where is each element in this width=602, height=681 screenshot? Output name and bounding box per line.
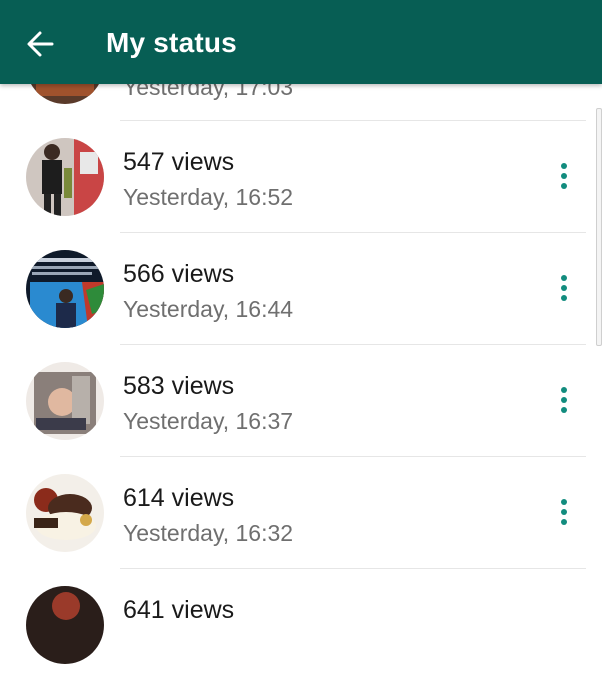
menu-dot: [561, 183, 567, 189]
status-thumbnail[interactable]: [26, 138, 104, 216]
menu-dot: [561, 509, 567, 515]
more-vertical-icon: [561, 499, 567, 505]
more-vertical-icon: [561, 387, 567, 393]
status-row[interactable]: 641 views: [0, 569, 602, 681]
page-title: My status: [106, 27, 237, 58]
thumbnail-image: [26, 474, 104, 552]
menu-dot: [561, 519, 567, 525]
thumbnail-image: [26, 250, 104, 328]
status-list: Yesterday, 17:03 547 views Yesterday, 16…: [0, 0, 602, 664]
status-thumbnail[interactable]: [26, 586, 104, 664]
status-views: 614 views: [123, 484, 235, 512]
status-thumbnail[interactable]: [26, 474, 104, 552]
thumbnail-image: [26, 586, 104, 664]
status-row[interactable]: 583 views Yesterday, 16:37: [0, 345, 602, 457]
status-row[interactable]: 547 views Yesterday, 16:52: [0, 121, 602, 233]
status-thumbnail[interactable]: [26, 362, 104, 440]
status-views: 583 views: [123, 372, 235, 400]
status-views: 566 views: [123, 260, 235, 288]
status-menu-button[interactable]: [548, 491, 580, 535]
status-time: Yesterday, 16:32: [123, 520, 294, 546]
thumbnail-image: [26, 138, 104, 216]
scrollbar[interactable]: [596, 108, 602, 346]
arrow-left-icon: [27, 31, 54, 57]
app-bar: My status: [0, 0, 602, 84]
status-views: 641 views: [123, 596, 235, 624]
status-time: Yesterday, 16:44: [123, 296, 294, 322]
menu-dot: [561, 295, 567, 301]
menu-dot: [561, 173, 567, 179]
status-views: 547 views: [123, 148, 235, 176]
status-time: Yesterday, 16:52: [123, 184, 294, 210]
status-row[interactable]: 566 views Yesterday, 16:44: [0, 233, 602, 345]
thumbnail-image: [26, 362, 104, 440]
status-row[interactable]: 614 views Yesterday, 16:32: [0, 457, 602, 569]
more-vertical-icon: [561, 275, 567, 281]
menu-dot: [561, 397, 567, 403]
more-vertical-icon: [561, 163, 567, 169]
status-thumbnail[interactable]: [26, 250, 104, 328]
back-button[interactable]: [22, 26, 62, 62]
status-menu-button[interactable]: [548, 267, 580, 311]
menu-dot: [561, 407, 567, 413]
status-time: Yesterday, 16:37: [123, 408, 294, 434]
status-menu-button[interactable]: [548, 379, 580, 423]
status-menu-button[interactable]: [548, 155, 580, 199]
menu-dot: [561, 285, 567, 291]
